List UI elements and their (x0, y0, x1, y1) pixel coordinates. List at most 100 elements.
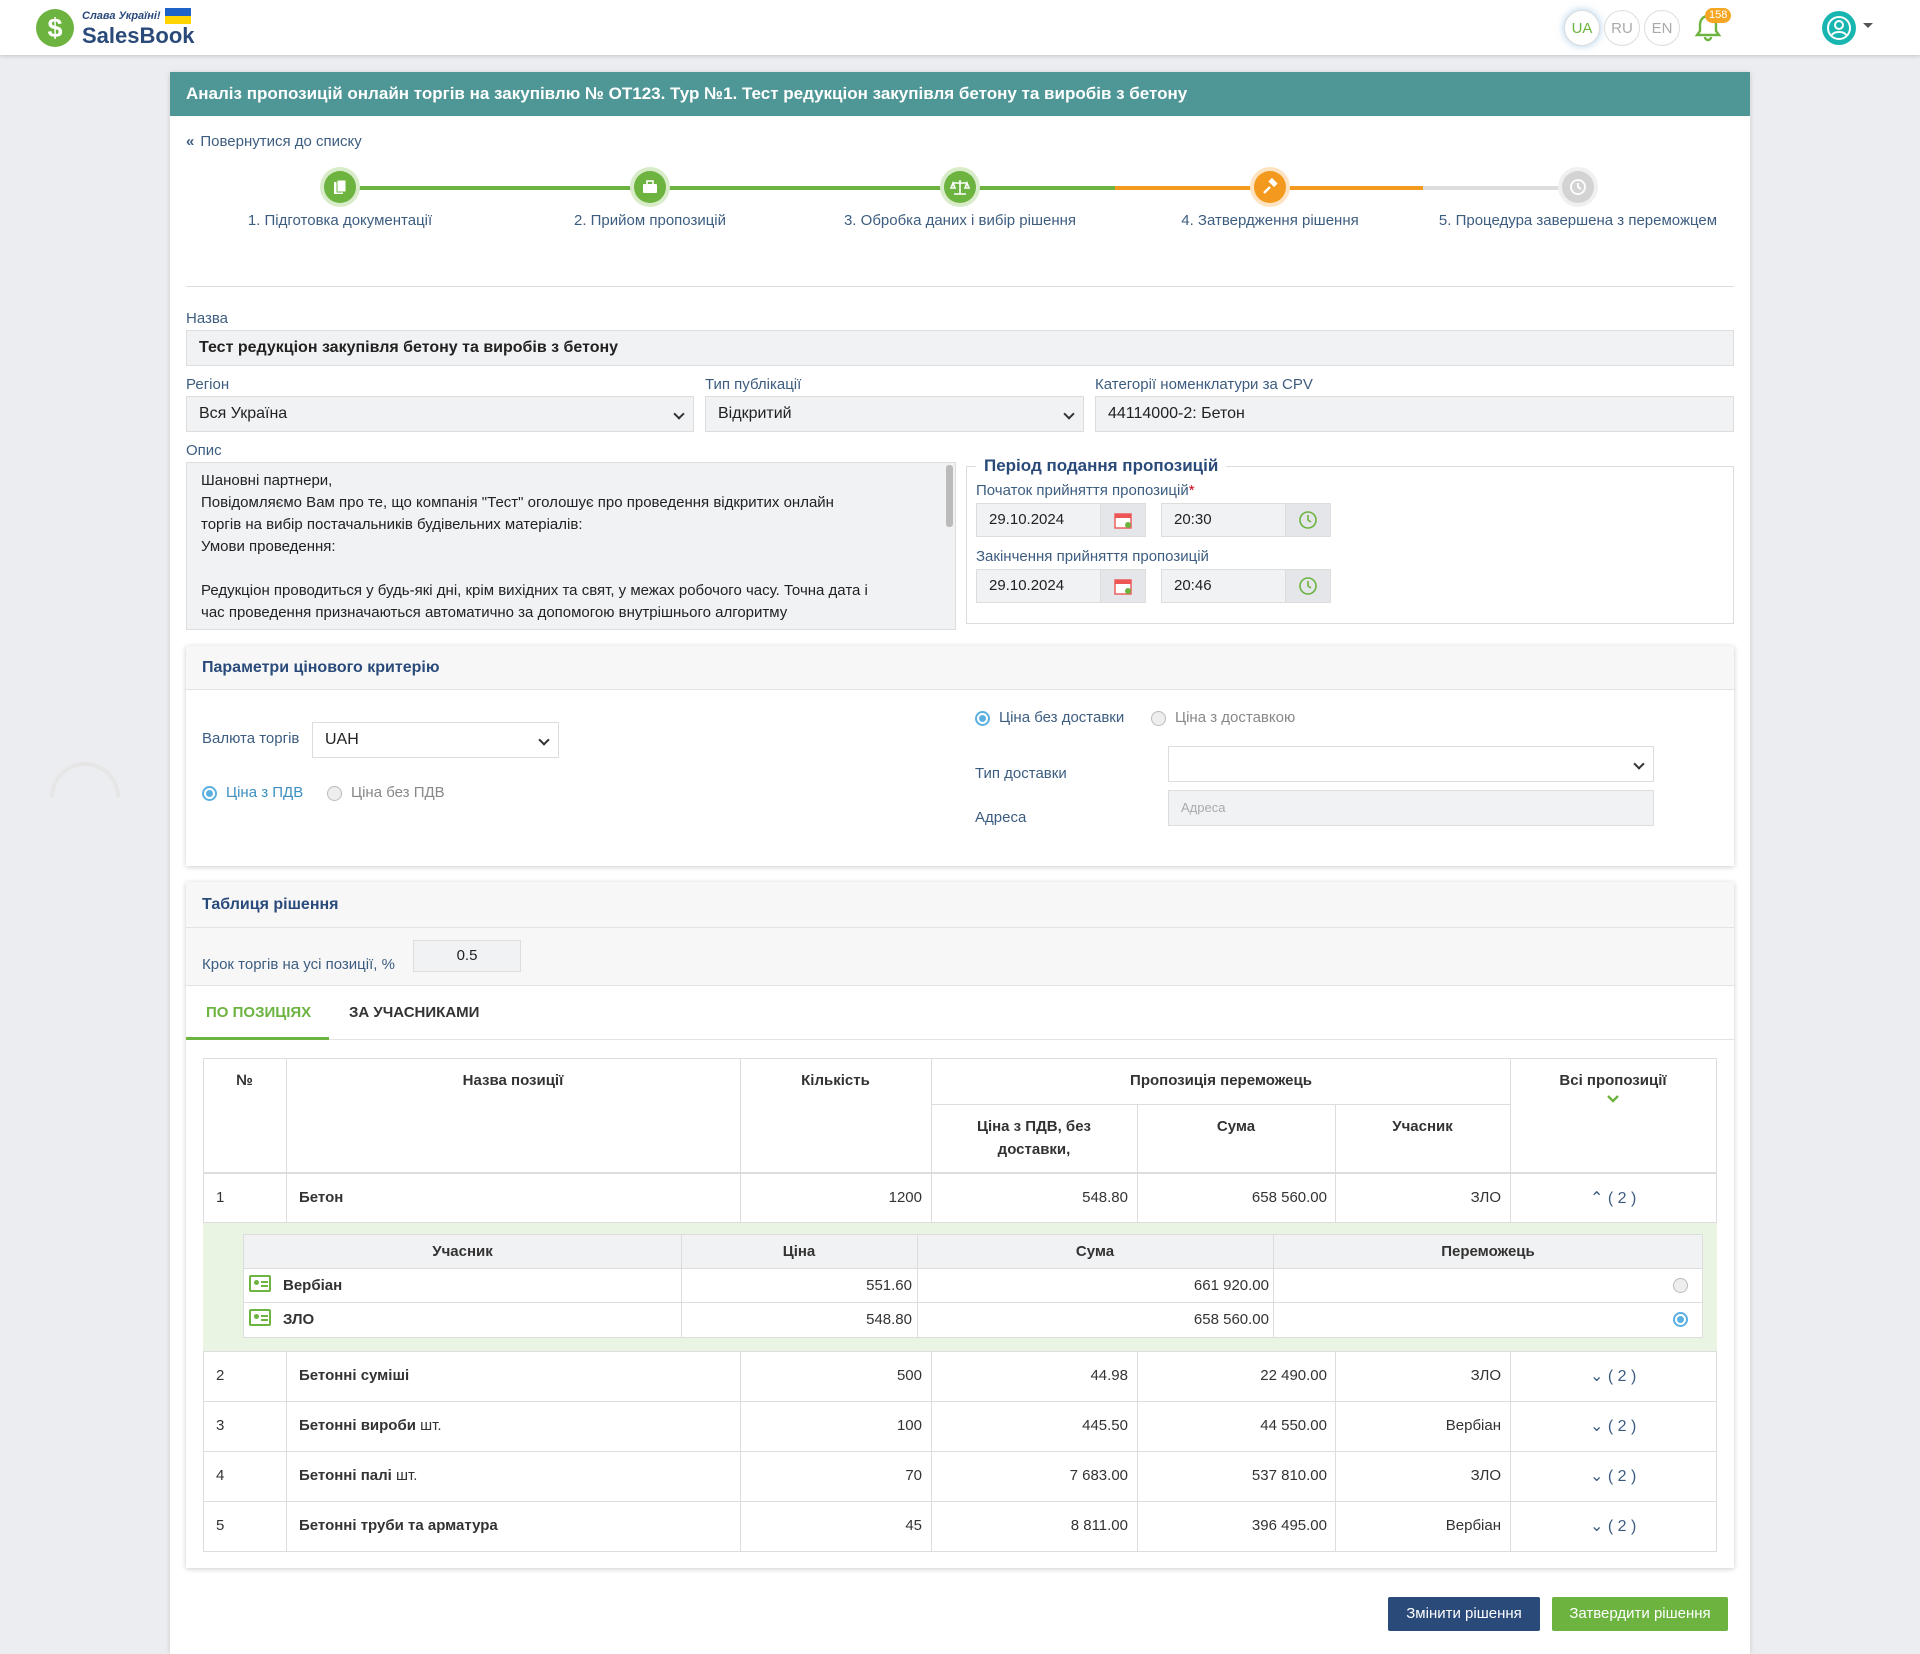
scales-icon (950, 180, 970, 195)
col-header-price-line2: доставки, (997, 1141, 1071, 1158)
currency-select[interactable]: UAH (312, 722, 559, 758)
row-1-collapse-button[interactable]: ⌃ ( 2 ) (1590, 1188, 1636, 1208)
step-1-label: 1. Підготовка документації (247, 212, 433, 229)
salesbook-logo[interactable]: $ Слава Україні! SalesBook (36, 8, 195, 48)
approve-decision-button[interactable]: Затвердити рішення (1552, 1597, 1728, 1631)
vat-included-radio[interactable] (202, 786, 217, 801)
tab-by-participants[interactable]: ЗА УЧАСНИКАМИ (349, 1004, 479, 1021)
row-5-expand-button[interactable]: ⌄ ( 2 ) (1590, 1516, 1636, 1536)
step-3-circle (940, 167, 980, 207)
end-time-input[interactable]: 20:46 (1161, 569, 1287, 603)
bid-step-label: Крок торгів на усі позиції, % (202, 956, 395, 973)
col-header-all-offers: Всі пропозиції (1559, 1072, 1667, 1089)
logo-brand-name: SalesBook (82, 23, 195, 48)
scrollbar[interactable] (946, 465, 953, 527)
calendar-icon (1114, 513, 1132, 529)
row-1-name: Бетон (299, 1189, 344, 1206)
row-4-number: 4 (216, 1467, 225, 1484)
cpv-field[interactable]: 44114000-2: Бетон (1095, 396, 1734, 432)
row-1-price: 548.80 (1082, 1189, 1128, 1206)
subcol-price: Ціна (782, 1243, 816, 1260)
step-3-label: 3. Обробка даних і вибір рішення (843, 212, 1077, 229)
clock-icon (1570, 179, 1586, 195)
row-4-quantity: 70 (905, 1467, 922, 1484)
description-textarea[interactable]: Шановні партнери, Повідомляємо Вам про т… (186, 462, 956, 630)
bid-step-input[interactable]: 0.5 (413, 940, 521, 972)
chevron-down-icon (538, 734, 550, 746)
sub-row-1-winner-radio[interactable] (1673, 1278, 1688, 1293)
sub-row-1-sum: 661 920.00 (1193, 1277, 1269, 1294)
row-4-price: 7 683.00 (1069, 1467, 1128, 1484)
row-4-participant: ЗЛО (1470, 1467, 1501, 1484)
participant-card-icon[interactable] (249, 1275, 271, 1292)
chevron-down-icon (673, 408, 685, 420)
row-1-participant: ЗЛО (1470, 1189, 1501, 1206)
start-time-input[interactable]: 20:30 (1161, 503, 1287, 537)
participant-card-icon[interactable] (249, 1309, 271, 1326)
col-header-price-line1: Ціна з ПДВ, без (976, 1118, 1092, 1135)
lang-en-button[interactable]: EN (1644, 10, 1680, 46)
chevron-down-icon (1633, 758, 1645, 770)
step-4-label: 4. Затвердження рішення (1181, 212, 1359, 229)
decision-table-title: Таблиця рішення (186, 882, 1734, 928)
sub-row-1-participant: Вербіан (283, 1277, 343, 1294)
start-date-picker-button[interactable] (1100, 503, 1146, 537)
row-3-expand-button[interactable]: ⌄ ( 2 ) (1590, 1416, 1636, 1436)
submission-period-title: Період подання пропозицій (976, 456, 1227, 476)
end-date-input[interactable]: 29.10.2024 (976, 569, 1102, 603)
clock-icon (1299, 577, 1317, 595)
sub-row-1-price: 551.60 (866, 1277, 912, 1294)
row-2-expand-button[interactable]: ⌄ ( 2 ) (1590, 1366, 1636, 1386)
region-select[interactable]: Вся Україна (186, 396, 694, 432)
row-2-name: Бетонні суміші (299, 1367, 410, 1384)
name-field[interactable]: Тест редукціон закупівля бетону та вироб… (186, 330, 1734, 366)
publication-type-select[interactable]: Відкритий (705, 396, 1084, 432)
address-input[interactable]: Адреса (1168, 790, 1654, 826)
row-4-expand-button[interactable]: ⌄ ( 2 ) (1590, 1466, 1636, 1486)
subcol-sum: Сума (1075, 1243, 1115, 1260)
clock-icon (1299, 511, 1317, 529)
chevron-down-icon[interactable] (1606, 1094, 1620, 1104)
row-3-participant: Вербіан (1445, 1417, 1501, 1434)
sub-row-2-participant: ЗЛО (283, 1311, 315, 1328)
end-label: Закінчення прийняття пропозицій (976, 548, 1209, 565)
end-date-picker-button[interactable] (1100, 569, 1146, 603)
change-decision-button[interactable]: Змінити рішення (1388, 1597, 1540, 1631)
vat-excluded-radio[interactable] (327, 786, 342, 801)
page-title: Аналіз пропозицій онлайн торгів на закуп… (170, 72, 1750, 116)
user-menu-caret-icon[interactable] (1863, 23, 1873, 28)
row-3-name: Бетонні вироби шт. (299, 1417, 442, 1434)
back-to-list-link[interactable]: «Повернутися до списку (186, 133, 362, 150)
chevron-down-icon: ⌄ (1590, 1368, 1604, 1385)
region-label: Регіон (186, 376, 230, 393)
currency-label: Валюта торгів (202, 730, 300, 747)
row-3-sum: 44 550.00 (1260, 1417, 1327, 1434)
vat-excluded-label: Ціна без ПДВ (351, 784, 445, 801)
chevron-down-icon (1063, 408, 1075, 420)
start-time-picker-button[interactable] (1285, 503, 1331, 537)
sub-row-2-winner-radio[interactable] (1673, 1312, 1688, 1327)
end-time-picker-button[interactable] (1285, 569, 1331, 603)
cpv-label: Категорії номенклатури за CPV (1095, 376, 1313, 393)
start-label: Початок прийняття пропозицій* (976, 482, 1195, 499)
lang-ru-button[interactable]: RU (1604, 10, 1640, 46)
col-header-winner-offer: Пропозиція переможець (1130, 1072, 1312, 1089)
lang-ua-button[interactable]: UA (1564, 10, 1600, 46)
row-1-quantity: 1200 (888, 1189, 922, 1206)
subcol-winner: Переможець (1441, 1243, 1535, 1260)
step-4-circle (1250, 167, 1290, 207)
calendar-icon (1114, 579, 1132, 595)
notification-count-badge: 158 (1705, 8, 1732, 23)
start-date-input[interactable]: 29.10.2024 (976, 503, 1102, 537)
row-5-sum: 396 495.00 (1251, 1517, 1327, 1534)
no-delivery-label: Ціна без доставки (999, 709, 1125, 726)
user-avatar[interactable] (1822, 11, 1856, 45)
row-2-price: 44.98 (1090, 1367, 1128, 1384)
delivery-type-select[interactable] (1168, 746, 1654, 782)
no-delivery-radio[interactable] (975, 711, 990, 726)
row-3-price: 445.50 (1082, 1417, 1128, 1434)
with-delivery-radio[interactable] (1151, 711, 1166, 726)
tab-by-positions[interactable]: ПО ПОЗИЦІЯХ (206, 1004, 311, 1021)
row-2-number: 2 (216, 1367, 225, 1384)
row-5-number: 5 (216, 1517, 225, 1534)
